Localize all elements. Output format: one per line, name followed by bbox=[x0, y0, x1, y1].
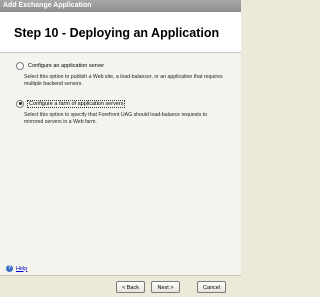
option-server-farm[interactable]: Configure a farm of application servers … bbox=[16, 99, 226, 126]
option-application-server[interactable]: Configure an application server Select t… bbox=[16, 61, 226, 88]
server-farm-label[interactable]: Configure a farm of application servers bbox=[27, 99, 126, 108]
application-server-description: Select this option to publish a Web site… bbox=[24, 74, 223, 87]
help-link[interactable]: Help bbox=[16, 266, 27, 272]
wizard-window: Add Exchange Application Step 10 - Deplo… bbox=[0, 0, 241, 297]
help-icon[interactable]: ? bbox=[6, 265, 13, 272]
application-server-label[interactable]: Configure an application server bbox=[27, 63, 105, 69]
back-button[interactable]: < Back bbox=[116, 281, 145, 293]
wizard-footer: < Back Next > Cancel bbox=[0, 275, 241, 297]
wizard-header: Step 10 - Deploying an Application bbox=[0, 12, 241, 53]
application-server-radio[interactable] bbox=[16, 61, 24, 70]
server-farm-radio[interactable] bbox=[16, 99, 24, 108]
window-title: Add Exchange Application bbox=[0, 0, 241, 12]
next-button[interactable]: Next > bbox=[151, 281, 180, 293]
cancel-button[interactable]: Cancel bbox=[197, 281, 226, 293]
server-farm-description: Select this option to specify that Foref… bbox=[24, 112, 208, 125]
help-link-group[interactable]: ? Help bbox=[6, 265, 27, 272]
step-title: Step 10 - Deploying an Application bbox=[14, 26, 220, 40]
wizard-content: Configure an application server Select t… bbox=[0, 53, 241, 275]
